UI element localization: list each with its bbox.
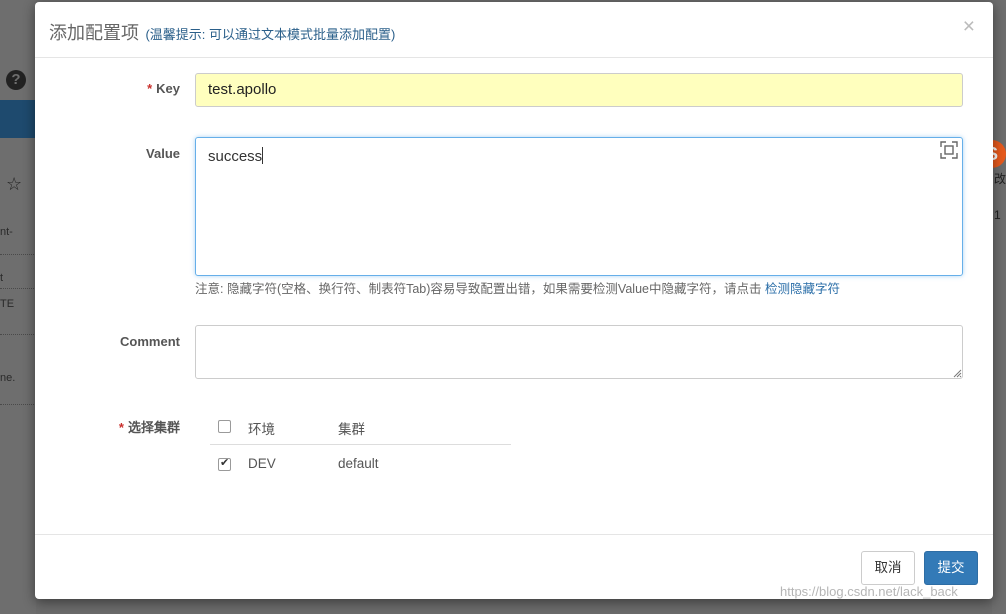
background-left-panel: ? ☆ nt- t TE ne. <box>0 0 36 614</box>
detect-hidden-chars-link[interactable]: 检测隐藏字符 <box>765 282 840 296</box>
cancel-button[interactable]: 取消 <box>861 551 915 585</box>
background-divider <box>0 334 36 335</box>
env-column-header: 环境 <box>248 422 275 437</box>
value-text: success <box>208 148 263 165</box>
fullscreen-icon[interactable] <box>940 141 958 159</box>
star-icon: ☆ <box>6 174 23 194</box>
table-header-row: 环境 集群 <box>210 407 511 445</box>
key-input[interactable]: test.apollo <box>195 73 963 107</box>
modal-hint: (温馨提示: 可以通过文本模式批量添加配置) <box>145 27 396 42</box>
resize-handle-icon[interactable] <box>953 369 962 378</box>
submit-button[interactable]: 提交 <box>924 551 978 585</box>
cluster-label-text: 选择集群 <box>127 420 180 435</box>
text-caret <box>262 147 264 164</box>
background-text: t <box>0 272 4 284</box>
value-hint: 注意: 隐藏字符(空格、换行符、制表符Tab)容易导致配置出错，如果需要检测Va… <box>195 278 840 297</box>
value-label: Value <box>146 146 180 161</box>
env-cell: DEV <box>248 456 276 471</box>
modal-header: 添加配置项 (温馨提示: 可以通过文本模式批量添加配置) <box>35 2 993 58</box>
help-icon: ? <box>6 70 26 90</box>
key-label: * Key <box>35 81 180 96</box>
cluster-checkbox[interactable] <box>218 456 231 471</box>
table-row: DEV default <box>210 445 511 483</box>
background-text: 1 <box>994 208 1001 222</box>
background-right-panel: 改 1 <box>992 0 1006 614</box>
comment-label: Comment <box>120 334 180 349</box>
background-nav-bar <box>0 100 36 138</box>
value-textarea[interactable]: success <box>195 137 963 276</box>
background-text: ne. <box>0 372 16 384</box>
close-button[interactable]: × <box>963 16 975 37</box>
add-config-modal: 添加配置项 (温馨提示: 可以通过文本模式批量添加配置) × * Key test… <box>35 2 993 599</box>
background-text: 改 <box>994 172 1006 186</box>
value-hint-text: 注意: 隐藏字符(空格、换行符、制表符Tab)容易导致配置出错，如果需要检测Va… <box>195 282 762 296</box>
key-label-text: Key <box>156 81 180 96</box>
modal-title: 添加配置项 <box>49 23 139 43</box>
background-text: TE <box>0 298 15 310</box>
comment-textarea[interactable] <box>195 325 963 379</box>
cluster-table: 环境 集群 DEV default <box>210 407 511 483</box>
watermark: https://blog.csdn.net/lack_back <box>780 584 958 599</box>
background-divider <box>0 404 36 405</box>
select-all-checkbox[interactable] <box>218 420 231 433</box>
cluster-column-header: 集群 <box>338 422 365 437</box>
background-divider <box>0 254 36 255</box>
required-mark: * <box>118 420 124 435</box>
background-text: nt- <box>0 226 13 238</box>
background-divider <box>0 288 36 289</box>
required-mark: * <box>147 81 153 96</box>
cluster-cell: default <box>338 456 379 471</box>
cluster-label: * 选择集群 <box>35 417 180 436</box>
